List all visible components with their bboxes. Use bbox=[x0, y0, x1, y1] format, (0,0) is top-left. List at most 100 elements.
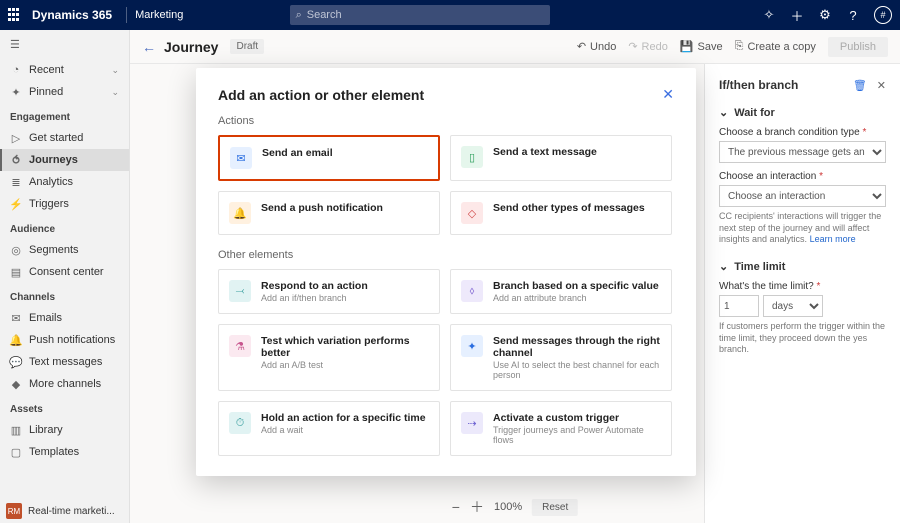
topbar-actions: ✧ ＋ ⚙ ? # bbox=[762, 6, 892, 24]
nav-segments[interactable]: ◎Segments bbox=[0, 239, 129, 261]
zoom-out-button[interactable]: − bbox=[452, 499, 460, 515]
element-branch-value[interactable]: ⬨ Branch based on a specific valueAdd an… bbox=[450, 269, 672, 314]
card-title: Activate a custom trigger bbox=[493, 412, 661, 424]
nav-section-audience: Audience bbox=[0, 215, 129, 239]
pin-icon: ✦ bbox=[10, 86, 22, 98]
journey-icon: ⥀ bbox=[10, 154, 22, 166]
card-title: Test which variation performs better bbox=[261, 335, 429, 359]
action-send-text[interactable]: ▯ Send a text message bbox=[450, 135, 672, 181]
nav-label: Segments bbox=[29, 244, 79, 256]
nav-more-channels[interactable]: ◆ More channels bbox=[0, 373, 129, 395]
phone-icon: ▯ bbox=[461, 146, 483, 168]
branch-icon: ⤙ bbox=[229, 280, 251, 302]
nav-label: Emails bbox=[29, 312, 62, 324]
element-custom-trigger[interactable]: ⇢ Activate a custom triggerTrigger journ… bbox=[450, 401, 672, 456]
status-badge: Draft bbox=[230, 39, 264, 54]
chat-icon: 💬 bbox=[10, 356, 22, 368]
mail-icon: ✉ bbox=[230, 147, 252, 169]
user-avatar[interactable]: # bbox=[874, 6, 892, 24]
area-switcher[interactable]: RM Real-time marketi... bbox=[6, 503, 115, 519]
nav-section-assets: Assets bbox=[0, 395, 129, 419]
save-label: Save bbox=[698, 41, 723, 53]
back-button[interactable]: ← bbox=[142, 39, 156, 55]
redo-button[interactable]: ↷Redo bbox=[628, 40, 668, 53]
module-name: Marketing bbox=[135, 9, 183, 21]
library-icon: ▥ bbox=[10, 424, 22, 436]
select-interaction[interactable]: Choose an interaction bbox=[719, 185, 886, 207]
gear-icon[interactable]: ⚙ bbox=[818, 8, 832, 22]
nav-recent[interactable]: ◔Recent⌄ bbox=[0, 59, 129, 81]
help-text-time: If customers perform the trigger within … bbox=[719, 321, 886, 356]
app-launcher-icon[interactable] bbox=[8, 8, 22, 22]
select-time-unit[interactable]: days bbox=[763, 295, 823, 317]
trigger-icon: ⇢ bbox=[461, 412, 483, 434]
zoom-in-button[interactable]: ＋ bbox=[470, 497, 484, 517]
lightbulb-icon[interactable]: ✧ bbox=[762, 8, 776, 22]
card-title: Send messages through the right channel bbox=[493, 335, 661, 359]
undo-icon: ↶ bbox=[577, 40, 586, 53]
group-other-label: Other elements bbox=[218, 249, 674, 261]
global-search[interactable]: ⌕ Search bbox=[290, 5, 550, 25]
nav-text[interactable]: 💬 Text messages bbox=[0, 351, 129, 373]
modal-close-button[interactable]: ✕ bbox=[662, 86, 674, 103]
action-send-other[interactable]: ◇ Send other types of messages bbox=[450, 191, 672, 235]
bell-icon: 🔔 bbox=[10, 334, 22, 346]
save-button[interactable]: 💾Save bbox=[680, 40, 723, 53]
delete-icon[interactable]: 🗑 bbox=[853, 79, 867, 92]
nav-library[interactable]: ▥Library bbox=[0, 419, 129, 441]
clock-icon: ◔ bbox=[10, 64, 22, 76]
select-condition[interactable]: The previous message gets an interacti… bbox=[719, 141, 886, 163]
nav-emails[interactable]: ✉Emails bbox=[0, 307, 129, 329]
chevron-down-icon: ⌄ bbox=[111, 87, 119, 98]
nav-pinned-label: Pinned bbox=[29, 86, 63, 98]
global-topbar: Dynamics 365 Marketing ⌕ Search ✧ ＋ ⚙ ? … bbox=[0, 0, 900, 30]
input-time-value[interactable] bbox=[719, 295, 759, 317]
section-wait-for[interactable]: ⌄Wait for bbox=[719, 106, 886, 119]
nav-section-engagement: Engagement bbox=[0, 103, 129, 127]
more-icon: ◆ bbox=[10, 378, 22, 390]
nav-label: Push notifications bbox=[29, 334, 115, 346]
publish-button[interactable]: Publish bbox=[828, 37, 888, 57]
hamburger-icon[interactable]: ☰ bbox=[0, 30, 129, 59]
element-wait[interactable]: ⏱ Hold an action for a specific timeAdd … bbox=[218, 401, 440, 456]
search-placeholder: Search bbox=[307, 9, 342, 21]
card-subtitle: Add an A/B test bbox=[261, 360, 429, 370]
attribute-icon: ⬨ bbox=[461, 280, 483, 302]
copy-button[interactable]: ⎘Create a copy bbox=[735, 40, 816, 53]
action-send-push[interactable]: 🔔 Send a push notification bbox=[218, 191, 440, 235]
nav-get-started[interactable]: ▷Get started bbox=[0, 127, 129, 149]
nav-analytics[interactable]: ≣Analytics bbox=[0, 171, 129, 193]
add-action-modal: Add an action or other element ✕ Actions… bbox=[196, 68, 696, 476]
copy-label: Create a copy bbox=[747, 41, 815, 53]
redo-label: Redo bbox=[642, 41, 668, 53]
nav-journeys[interactable]: ⥀Journeys bbox=[0, 149, 129, 171]
chevron-down-icon: ⌄ bbox=[719, 260, 728, 273]
nav-templates[interactable]: ▢Templates bbox=[0, 441, 129, 463]
zoom-reset-button[interactable]: Reset bbox=[532, 499, 578, 516]
chevron-down-icon: ⌄ bbox=[111, 65, 119, 76]
nav-triggers[interactable]: ⚡Triggers bbox=[0, 193, 129, 215]
card-subtitle: Add an attribute branch bbox=[493, 293, 659, 303]
undo-button[interactable]: ↶Undo bbox=[577, 40, 617, 53]
element-ab-test[interactable]: ⚗ Test which variation performs betterAd… bbox=[218, 324, 440, 391]
close-icon[interactable]: ✕ bbox=[877, 79, 886, 92]
nav-label: More channels bbox=[29, 378, 101, 390]
action-send-email[interactable]: ✉ Send an email bbox=[218, 135, 440, 181]
element-right-channel[interactable]: ✦ Send messages through the right channe… bbox=[450, 324, 672, 391]
section-label: Time limit bbox=[734, 261, 785, 273]
learn-more-link[interactable]: Learn more bbox=[810, 234, 856, 244]
plus-icon[interactable]: ＋ bbox=[790, 8, 804, 22]
help-icon[interactable]: ? bbox=[846, 8, 860, 22]
nav-label: Text messages bbox=[29, 356, 102, 368]
nav-push[interactable]: 🔔 Push notifications bbox=[0, 329, 129, 351]
card-title: Respond to an action bbox=[261, 280, 368, 292]
area-label: Real-time marketi... bbox=[28, 506, 115, 517]
left-nav: ☰ ◔Recent⌄ ✦ Pinned ⌄ Engagement ▷Get star… bbox=[0, 30, 130, 523]
nav-consent[interactable]: ▤Consent center bbox=[0, 261, 129, 283]
nav-section-channels: Channels bbox=[0, 283, 129, 307]
section-time-limit[interactable]: ⌄ Time limit bbox=[719, 260, 886, 273]
nav-pinned[interactable]: ✦ Pinned ⌄ bbox=[0, 81, 129, 103]
panel-title: If/then branch bbox=[719, 78, 798, 92]
card-title: Send an email bbox=[262, 147, 333, 159]
element-respond-action[interactable]: ⤙ Respond to an actionAdd an if/then bra… bbox=[218, 269, 440, 314]
